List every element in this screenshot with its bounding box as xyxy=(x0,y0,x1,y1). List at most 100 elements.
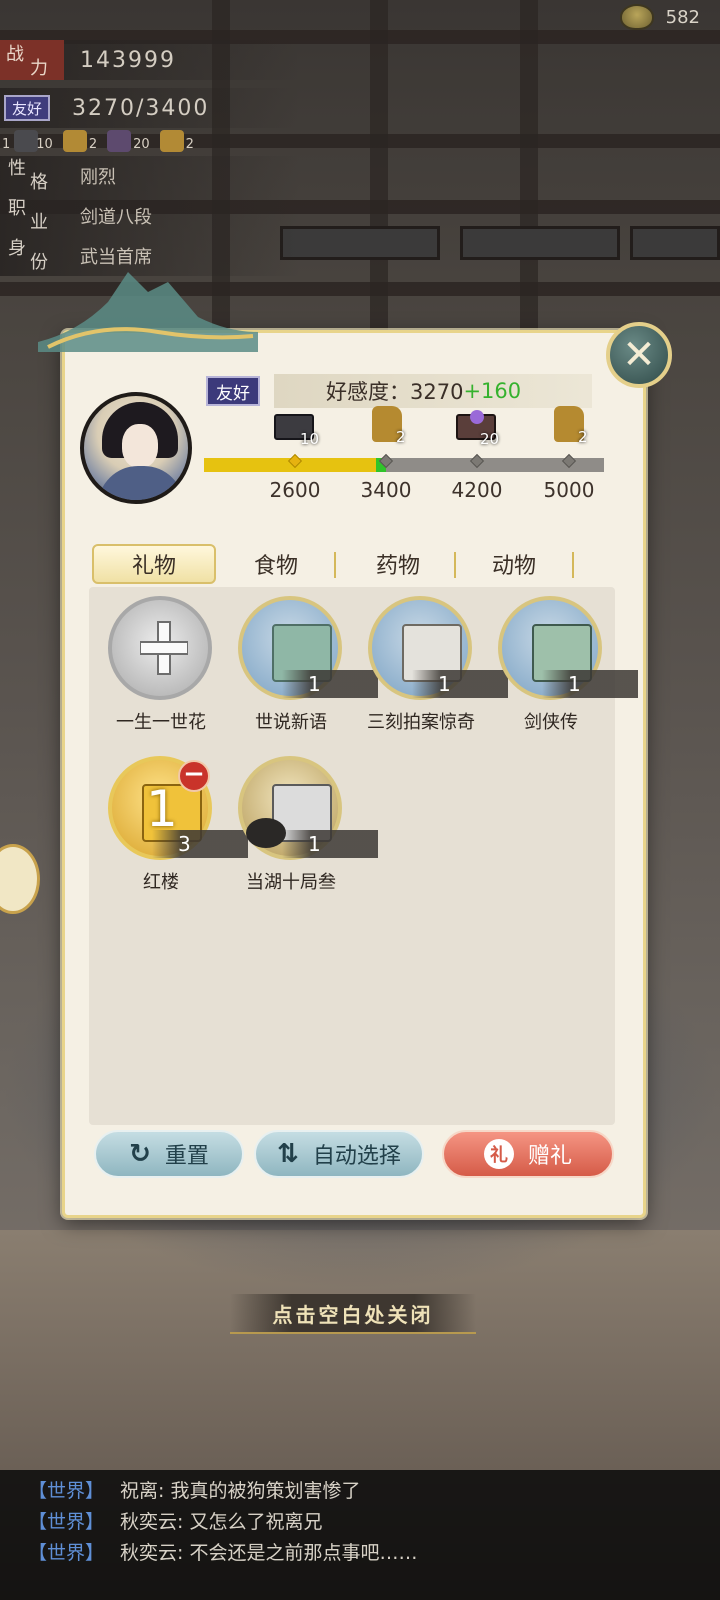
item-count: 1 xyxy=(542,670,638,698)
job-label-2: 业 xyxy=(30,212,48,233)
item-name: 世说新语 xyxy=(255,712,327,733)
gift-item-sanke[interactable]: 1 三刻拍案惊奇 xyxy=(356,596,508,746)
currency-value: 582 xyxy=(665,6,700,28)
gift-item-danghu[interactable]: 1 当湖十局叁 xyxy=(226,756,378,906)
item-name: 剑侠传 xyxy=(524,712,578,733)
milestone-reward-4[interactable]: 2 xyxy=(550,404,594,446)
milestone-value-4: 5000 xyxy=(543,478,595,502)
job-row: 职 业 剑道八段 xyxy=(0,196,300,236)
milestone-value-1: 2600 xyxy=(269,478,321,502)
milestone-reward-2-count: 2 xyxy=(396,428,406,446)
gift-item-jianxia[interactable]: 1 剑侠传 xyxy=(486,596,638,746)
job-label-1: 职 xyxy=(8,198,26,219)
item-icon-frame xyxy=(108,596,212,700)
reward-item-1-prefix: 1 xyxy=(2,137,11,152)
friend-level-badge: 友好 xyxy=(206,376,260,406)
power-label: 战 力 xyxy=(0,40,64,80)
chat-sender: 秋奕云 xyxy=(120,1511,178,1533)
item-name: 红楼 xyxy=(143,872,179,893)
chat-message: : 又怎么了祝离兄 xyxy=(177,1511,323,1533)
currency-display: 582 xyxy=(619,4,700,30)
affection-label: 好感度：3270 xyxy=(326,380,464,404)
gold-ore-icon xyxy=(62,130,87,152)
close-button[interactable]: ✕ xyxy=(606,322,672,388)
milestone-value-3: 4200 xyxy=(451,478,503,502)
power-label-1: 战 xyxy=(6,44,24,65)
gift-bag-icon: 礼 xyxy=(483,1139,514,1169)
character-avatar xyxy=(80,392,192,504)
go-bowl-icon xyxy=(246,818,286,848)
affection-gain: +160 xyxy=(463,379,522,403)
mountain-decoration-icon xyxy=(38,272,258,352)
chat-channel: 【世界】 xyxy=(28,1511,105,1533)
chat-line: 【世界】 秋奕云 : 不会还是之前那点事吧…… xyxy=(28,1536,720,1567)
chat-message: : 我真的被狗策划害惨了 xyxy=(158,1480,361,1502)
gold-ore-icon xyxy=(159,130,184,152)
auto-select-label: 自动选择 xyxy=(312,1144,401,1169)
affection-progress-bar xyxy=(204,458,604,472)
gift-item-shishuo[interactable]: 1 世说新语 xyxy=(226,596,378,746)
item-name: 当湖十局叁 xyxy=(246,872,336,893)
friend-badge: 友好 xyxy=(4,95,50,121)
plus-icon xyxy=(140,621,188,675)
gift-item-flower[interactable]: 一生一世花 xyxy=(96,596,226,746)
teacup-icon xyxy=(619,4,654,30)
milestone-reward-3-count: 20 xyxy=(480,430,500,448)
tab-separator xyxy=(334,552,336,578)
item-name: 三刻拍案惊奇 xyxy=(367,712,475,733)
reward-item-3-count: 20 xyxy=(133,137,150,152)
item-name: 一生一世花 xyxy=(116,712,206,733)
milestone-reward-4-count: 2 xyxy=(578,428,588,446)
favor-row: 友好 3270/3400 xyxy=(0,88,300,128)
personality-label-2: 格 xyxy=(30,172,48,193)
favor-value: 3270/3400 xyxy=(72,95,210,121)
tab-separator xyxy=(572,552,574,578)
chat-line: 【世界】 秋奕云 : 又怎么了祝离兄 xyxy=(28,1505,720,1536)
milestone-reward-1[interactable]: 10 xyxy=(272,410,320,448)
job-label: 职 业 xyxy=(0,196,56,236)
milestone-value-2: 3400 xyxy=(360,478,412,502)
purple-chest-icon xyxy=(107,130,132,152)
chat-sender: 秋奕云 xyxy=(120,1542,178,1564)
affection-display: 好感度：3270 +160 xyxy=(274,374,592,408)
milestone-reward-2[interactable]: 2 xyxy=(366,404,410,446)
sort-arrows-icon: ⇅ xyxy=(277,1139,299,1169)
personality-value: 刚烈 xyxy=(80,167,116,188)
reward-item-2-count: 2 xyxy=(88,137,98,152)
power-value: 143999 xyxy=(80,47,176,73)
chat-message: : 不会还是之前那点事吧…… xyxy=(177,1542,418,1564)
personality-row: 性 格 刚烈 xyxy=(0,156,300,196)
chat-channel: 【世界】 xyxy=(28,1480,105,1502)
milestone-reward-1-count: 10 xyxy=(300,430,320,448)
reset-button[interactable]: ↻ 重置 xyxy=(94,1130,244,1178)
give-gift-label: 赠礼 xyxy=(527,1144,572,1169)
chat-channel: 【世界】 xyxy=(28,1542,105,1564)
refresh-icon: ↻ xyxy=(129,1139,151,1169)
gift-item-honglou[interactable]: 1 − 3 红楼 xyxy=(96,756,248,906)
favor-reward-items: 1 10 2 20 2 xyxy=(0,130,194,152)
decrease-button[interactable]: − xyxy=(178,760,210,792)
chat-line: 【世界】 祝离 : 我真的被狗策划害惨了 xyxy=(28,1474,720,1505)
identity-label-1: 身 xyxy=(8,238,26,259)
milestone-reward-3[interactable]: 20 xyxy=(454,410,500,448)
world-chat[interactable]: 【世界】 祝离 : 我真的被狗策划害惨了 【世界】 秋奕云 : 又怎么了祝离兄 … xyxy=(0,1470,720,1600)
chest-icon xyxy=(14,130,39,152)
category-tabs: 礼物 食物 药物 动物 xyxy=(88,544,588,584)
chat-sender: 祝离 xyxy=(120,1480,159,1502)
power-row: 战 力 143999 xyxy=(0,40,300,80)
reward-item-4-count: 2 xyxy=(185,137,194,152)
job-value: 剑道八段 xyxy=(80,207,152,228)
personality-label: 性 格 xyxy=(0,156,56,196)
close-hint[interactable]: 点击空白处关闭 xyxy=(230,1294,476,1334)
reset-label: 重置 xyxy=(164,1144,209,1169)
personality-label-1: 性 xyxy=(8,158,26,179)
tab-food[interactable]: 食物 xyxy=(216,544,336,584)
tab-animal[interactable]: 动物 xyxy=(454,544,574,584)
power-label-2: 力 xyxy=(30,58,48,79)
tab-medicine[interactable]: 药物 xyxy=(338,544,458,584)
item-count: 1 xyxy=(282,830,378,858)
give-gift-button[interactable]: 礼 赠礼 xyxy=(442,1130,614,1178)
reward-item-1-count: 10 xyxy=(36,137,53,152)
auto-select-button[interactable]: ⇅ 自动选择 xyxy=(254,1130,424,1178)
tab-gift[interactable]: 礼物 xyxy=(92,544,216,584)
